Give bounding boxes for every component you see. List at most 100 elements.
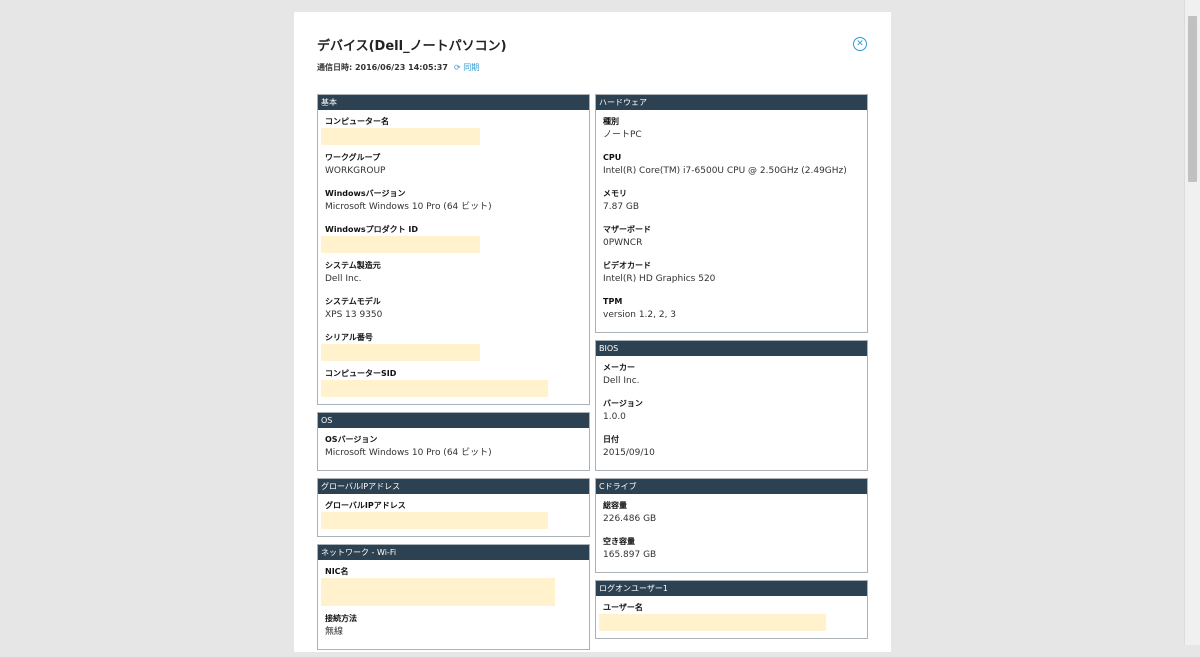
- field-value: XPS 13 9350: [325, 310, 383, 320]
- card-header: ネットワーク - Wi-Fi: [318, 545, 589, 560]
- field-value: 2015/09/10: [603, 448, 655, 458]
- info-card: BIOS メーカー Dell Inc. バージョン 1.0.0 日付 2015/09/10: [595, 340, 868, 471]
- masked-value: [321, 512, 548, 529]
- field-label: マザーボード: [603, 225, 651, 234]
- info-field: グローバルIPアドレス: [321, 500, 582, 529]
- field-value: Microsoft Windows 10 Pro (64 ビット): [325, 448, 492, 458]
- page-scrollbar[interactable]: [1184, 0, 1200, 645]
- refresh-icon: ⟳: [453, 63, 461, 72]
- left-column: 基本コンピューター名 ワークグループ WORKGROUP Windowsバージョン Mi…: [317, 94, 590, 657]
- info-field: ワークグループ WORKGROUP: [325, 152, 582, 177]
- field-value: ノートPC: [603, 130, 642, 140]
- field-value: Microsoft Windows 10 Pro (64 ビット): [325, 202, 492, 212]
- info-field: Windowsプロダクト ID: [321, 224, 582, 253]
- field-value: 無線: [325, 627, 344, 637]
- card-header: ハードウェア: [596, 95, 867, 110]
- info-card: ログオンユーザー1 ユーザー名: [595, 580, 868, 639]
- field-value: 226.486 GB: [603, 514, 657, 524]
- field-value: version 1.2, 2, 3: [603, 310, 677, 320]
- field-label: TPM: [603, 297, 623, 306]
- field-label: 種別: [603, 117, 619, 126]
- field-value: WORKGROUP: [325, 166, 386, 176]
- masked-value: [321, 128, 480, 145]
- info-field: バージョン 1.0.0: [603, 398, 860, 423]
- info-field: コンピューター名: [321, 116, 582, 145]
- info-field: 種別ノートPC: [603, 116, 860, 141]
- field-label: Windowsプロダクト ID: [325, 225, 419, 234]
- card-body: ユーザー名: [596, 596, 867, 631]
- card-body: 総容量 226.486 GB 空き容量 165.897 GB: [596, 494, 867, 561]
- field-value: 0PWNCR: [603, 238, 643, 248]
- scrollbar-thumb[interactable]: [1188, 16, 1197, 182]
- masked-value: [321, 578, 555, 606]
- info-field: 接続方法 無線: [325, 613, 582, 638]
- field-label: 日付: [603, 435, 619, 444]
- field-value: 1.0.0: [603, 412, 626, 422]
- field-label: メーカー: [603, 363, 635, 372]
- field-label: ワークグループ: [325, 153, 381, 162]
- card-header: ログオンユーザー1: [596, 581, 867, 596]
- info-field: OSバージョン Microsoft Windows 10 Pro (64 ビット): [325, 434, 582, 459]
- field-value: Dell Inc.: [603, 376, 640, 386]
- field-label: Windowsバージョン: [325, 189, 406, 198]
- info-field: TPM version 1.2, 2, 3: [603, 296, 860, 321]
- card-body: グローバルIPアドレス: [318, 494, 589, 529]
- field-label: OSバージョン: [325, 435, 378, 444]
- card-body: 種別ノートPC CPU Intel(R) Core(TM) i7-6500U CPU…: [596, 110, 867, 321]
- masked-value: [599, 614, 826, 631]
- card-header: OS: [318, 413, 589, 428]
- card-body: OSバージョン Microsoft Windows 10 Pro (64 ビット): [318, 428, 589, 459]
- card-body: NIC名接続方法無線: [318, 560, 589, 638]
- field-label: メモリ: [603, 189, 627, 198]
- info-card: OS OSバージョン Microsoft Windows 10 Pro (64 ビッ…: [317, 412, 590, 471]
- info-field: メモリ 7.87 GB: [603, 188, 860, 213]
- field-label: グローバルIPアドレス: [325, 501, 406, 510]
- card-header: 基本: [318, 95, 589, 110]
- info-field: NIC名: [321, 566, 582, 606]
- field-label: NIC名: [325, 567, 349, 576]
- field-label: コンピューター名: [325, 117, 389, 126]
- info-field: 空き容量 165.897 GB: [603, 536, 860, 561]
- device-detail-panel: デバイス(Dell_ノートパソコン) ✕ 通信日時: 2016/06/23 14…: [294, 12, 891, 652]
- masked-value: [321, 344, 480, 361]
- field-label: シリアル番号: [325, 333, 373, 342]
- field-value: 7.87 GB: [603, 202, 640, 212]
- info-field: CPU Intel(R) Core(TM) i7-6500U CPU @ 2.50…: [603, 152, 860, 177]
- field-label: ビデオカード: [603, 261, 651, 270]
- sync-label: 同期: [463, 63, 480, 72]
- field-label: 空き容量: [603, 537, 635, 546]
- field-label: システム製造元: [325, 261, 381, 270]
- info-field: コンピューターSID: [321, 368, 582, 397]
- sync-button[interactable]: ⟳ 同期: [454, 63, 479, 72]
- close-icon[interactable]: ✕: [853, 37, 867, 51]
- card-body: メーカー Dell Inc. バージョン 1.0.0 日付 2015/09/10: [596, 356, 867, 459]
- info-field: マザーボード 0PWNCR: [603, 224, 860, 249]
- card-header: Cドライブ: [596, 479, 867, 494]
- info-field: 総容量 226.486 GB: [603, 500, 860, 525]
- card-body: コンピューター名 ワークグループ WORKGROUP Windowsバージョン Micr…: [318, 110, 589, 397]
- field-label: ユーザー名: [603, 603, 643, 612]
- info-field: ユーザー名: [599, 602, 860, 631]
- right-column: ハードウェア種別ノートPC CPU Intel(R) Core(TM) i7-650…: [595, 94, 868, 646]
- info-field: シリアル番号: [321, 332, 582, 361]
- field-label: コンピューターSID: [325, 369, 397, 378]
- comm-datetime-label: 通信日時: 2016/06/23 14:05:37: [317, 63, 448, 72]
- masked-value: [321, 380, 548, 397]
- info-field: ビデオカード Intel(R) HD Graphics 520: [603, 260, 860, 285]
- info-field: システムモデル XPS 13 9350: [325, 296, 582, 321]
- field-value: Intel(R) HD Graphics 520: [603, 274, 716, 284]
- field-value: Intel(R) Core(TM) i7-6500U CPU @ 2.50GHz…: [603, 166, 847, 176]
- communication-datetime: 通信日時: 2016/06/23 14:05:37 ⟳ 同期: [317, 62, 479, 73]
- card-header: グローバルIPアドレス: [318, 479, 589, 494]
- field-value: Dell Inc.: [325, 274, 362, 284]
- info-field: 日付 2015/09/10: [603, 434, 860, 459]
- field-label: 接続方法: [325, 614, 357, 623]
- info-field: Windowsバージョン Microsoft Windows 10 Pro (64…: [325, 188, 582, 213]
- info-field: メーカー Dell Inc.: [603, 362, 860, 387]
- info-card: 基本コンピューター名 ワークグループ WORKGROUP Windowsバージョン Mi…: [317, 94, 590, 405]
- info-card: ハードウェア種別ノートPC CPU Intel(R) Core(TM) i7-650…: [595, 94, 868, 333]
- field-value: 165.897 GB: [603, 550, 657, 560]
- masked-value: [321, 236, 480, 253]
- info-card: Cドライブ総容量 226.486 GB 空き容量 165.897 GB: [595, 478, 868, 573]
- card-header: BIOS: [596, 341, 867, 356]
